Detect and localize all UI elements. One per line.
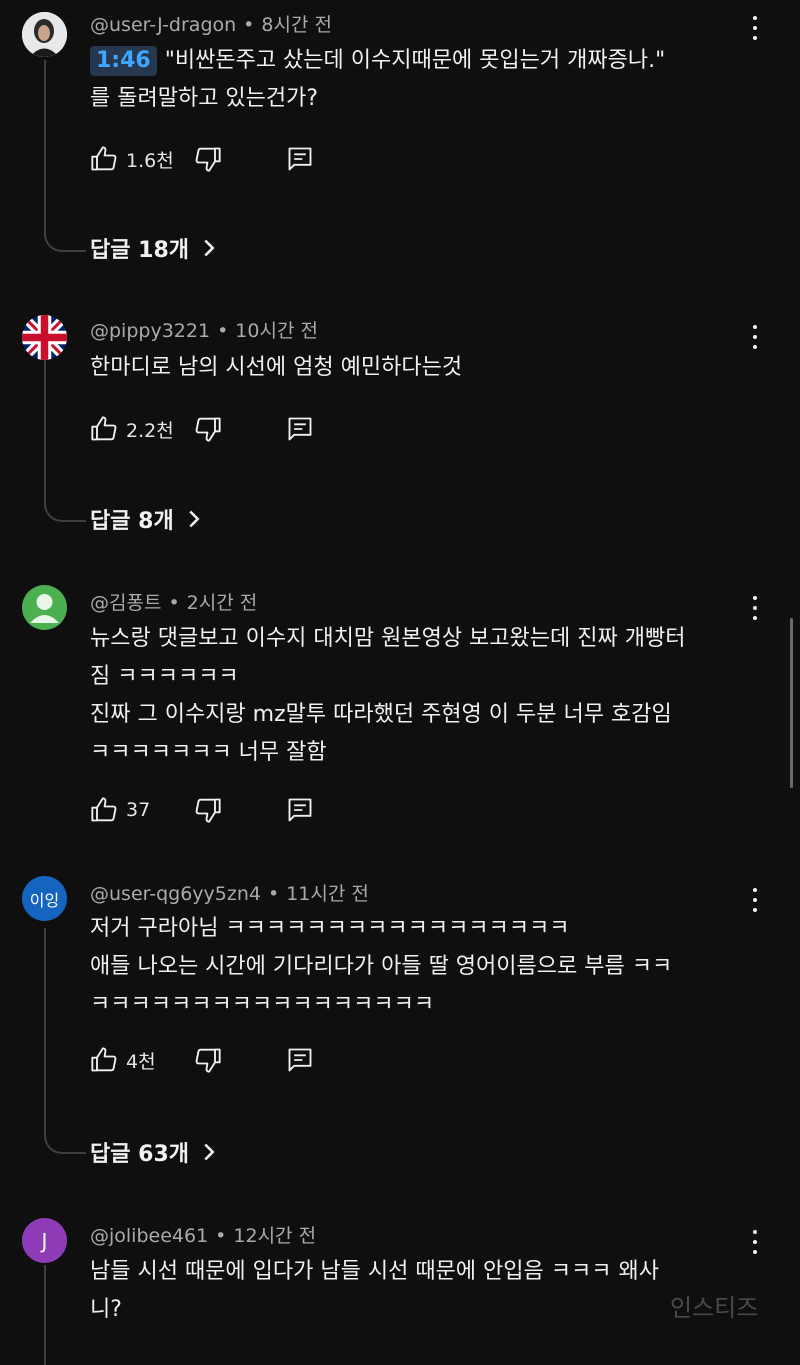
- scrollbar[interactable]: [790, 618, 793, 788]
- dislike-button[interactable]: [194, 413, 222, 445]
- more-options-button[interactable]: [745, 593, 765, 623]
- comment-meta: @user-qg6yy5zn4 • 11시간 전: [90, 883, 369, 905]
- avatar-initials: 이잉: [29, 890, 60, 910]
- reply-thread-line: [44, 360, 86, 522]
- comment-actions: 1.6천: [90, 143, 390, 175]
- more-options-button[interactable]: [745, 322, 765, 352]
- like-count: 37: [126, 799, 151, 821]
- like-count: 4천: [126, 1050, 156, 1073]
- like-button[interactable]: 37: [90, 794, 150, 826]
- comment-meta: @pippy3221 • 10시간 전: [90, 320, 318, 342]
- comment-meta: @김퐁트 • 2시간 전: [90, 592, 258, 614]
- avatar[interactable]: 이잉: [22, 876, 67, 921]
- like-button[interactable]: 1.6천: [90, 143, 174, 175]
- like-count: 1.6천: [126, 149, 174, 172]
- comment-text: 뉴스랑 댓글보고 이수지 대치맘 원본영상 보고왔는데 진짜 개빵터 짐 ㅋㅋㅋ…: [90, 626, 686, 765]
- like-count: 2.2천: [126, 419, 174, 442]
- reply-thread-line: [44, 1265, 86, 1365]
- reply-button[interactable]: [286, 1044, 314, 1076]
- avatar[interactable]: J: [22, 1218, 67, 1263]
- comment-time: 10시간 전: [235, 320, 318, 342]
- thumbs-up-icon: [91, 797, 117, 822]
- avatar-initials: J: [41, 1228, 48, 1253]
- replies-count: 답글 8개: [90, 509, 174, 534]
- avatar[interactable]: [22, 585, 67, 630]
- watermark: 인스티즈: [670, 1294, 759, 1322]
- comment-reply-icon: [288, 1048, 312, 1072]
- thumbs-up-icon: [91, 416, 117, 441]
- comment-text: 1:46 "비싼돈주고 샀는데 이수지때문에 못입는거 개짜증나." 를 돌려말하…: [90, 46, 666, 111]
- comment-reply-icon: [288, 147, 312, 171]
- view-replies-button[interactable]: 답글 8개: [90, 503, 202, 535]
- comment-actions: 2.2천: [90, 413, 390, 445]
- replies-count: 답글 63개: [90, 1142, 189, 1167]
- dislike-button[interactable]: [194, 143, 222, 175]
- dislike-button[interactable]: [194, 1044, 222, 1076]
- reply-thread-line: [44, 928, 86, 1154]
- union-jack-flag-icon: [22, 315, 67, 360]
- comment-time: 8시간 전: [261, 14, 332, 36]
- reply-button[interactable]: [286, 413, 314, 445]
- author-name[interactable]: @user-J-dragon: [90, 14, 236, 36]
- comment-meta: @user-J-dragon • 8시간 전: [90, 14, 332, 36]
- chevron-right-icon: [204, 239, 215, 257]
- comment-meta: @jolibee461 • 12시간 전: [90, 1225, 317, 1247]
- reply-button[interactable]: [286, 143, 314, 175]
- thumbs-down-icon: [195, 1048, 221, 1073]
- replies-count: 답글 18개: [90, 238, 189, 263]
- thumbs-down-icon: [195, 798, 221, 823]
- portrait-photo-icon: [22, 12, 67, 57]
- thumbs-down-icon: [195, 417, 221, 442]
- view-replies-button[interactable]: 답글 18개: [90, 232, 217, 264]
- comment-actions: 37: [90, 794, 390, 826]
- chevron-right-icon: [189, 510, 200, 528]
- comment-reply-icon: [288, 798, 312, 822]
- thumbs-down-icon: [195, 147, 221, 172]
- comment-time: 12시간 전: [233, 1225, 317, 1247]
- reply-thread-line: [44, 60, 86, 252]
- reply-button[interactable]: [286, 794, 314, 826]
- default-user-silhouette-icon: [30, 594, 59, 623]
- like-button[interactable]: 4천: [90, 1044, 156, 1076]
- author-name[interactable]: @pippy3221: [90, 320, 210, 342]
- avatar[interactable]: [22, 12, 67, 57]
- comment-actions: 4천: [90, 1044, 390, 1076]
- comment-time: 2시간 전: [186, 592, 258, 614]
- comment-text: 한마디로 남의 시선에 엄청 예민하다는것: [90, 355, 463, 380]
- author-name[interactable]: @jolibee461: [90, 1225, 208, 1247]
- comment-text: 남들 시선 때문에 입다가 남들 시선 때문에 안입음 ㅋㅋㅋ 왜사 니?: [90, 1259, 659, 1322]
- dislike-button[interactable]: [194, 794, 222, 826]
- thumbs-up-icon: [91, 1047, 117, 1072]
- comment-reply-icon: [288, 417, 312, 441]
- comment-time: 11시간 전: [286, 883, 369, 905]
- avatar[interactable]: [22, 315, 67, 360]
- thumbs-up-icon: [91, 146, 117, 171]
- author-name[interactable]: @김퐁트: [90, 592, 161, 614]
- chevron-right-icon: [204, 1143, 215, 1161]
- comment-text: 저거 구라아님 ㅋㅋㅋㅋㅋㅋㅋㅋㅋㅋㅋㅋㅋㅋㅋㅋㅋ 애들 나오는 시간에 기다리…: [90, 916, 673, 1017]
- author-name[interactable]: @user-qg6yy5zn4: [90, 883, 261, 905]
- more-options-button[interactable]: [745, 13, 765, 43]
- view-replies-button[interactable]: 답글 63개: [90, 1136, 217, 1168]
- timestamp-link[interactable]: 1:46: [90, 46, 157, 76]
- like-button[interactable]: 2.2천: [90, 413, 174, 445]
